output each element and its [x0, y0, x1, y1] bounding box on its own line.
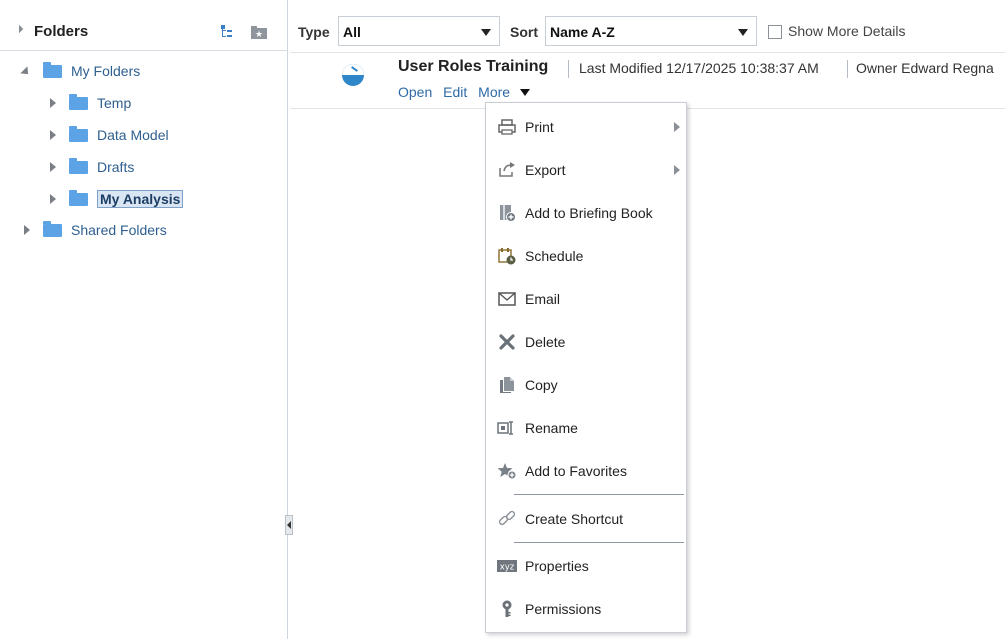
permissions-icon	[497, 600, 517, 618]
tree-item-data-model[interactable]: Data Model	[45, 124, 169, 146]
email-icon	[497, 290, 517, 308]
item-actions: Open Edit More	[398, 84, 544, 100]
folder-icon	[69, 125, 88, 142]
tree-label[interactable]: My Folders	[71, 63, 140, 79]
type-select-value: All	[343, 24, 361, 40]
tree-label[interactable]: Shared Folders	[71, 222, 167, 238]
menu-divider	[514, 494, 684, 495]
rename-icon	[497, 419, 517, 437]
folder-icon	[69, 157, 88, 174]
dashboard-icon	[342, 64, 364, 86]
menu-item-schedule[interactable]: Schedule	[486, 241, 686, 271]
print-icon	[497, 118, 517, 136]
more-context-menu: Print Export Add to Briefing Book Schedu…	[485, 102, 687, 633]
menu-item-email[interactable]: Email	[486, 284, 686, 314]
menu-item-label: Email	[525, 291, 561, 307]
panel-splitter-handle[interactable]	[285, 515, 293, 535]
tree-label[interactable]: Temp	[97, 95, 131, 111]
separator	[847, 60, 848, 78]
export-icon	[497, 161, 517, 179]
tree-label[interactable]: Drafts	[97, 159, 134, 175]
folders-panel: Folders ★ My Folders Temp Data Model Dra…	[0, 0, 288, 639]
menu-item-export[interactable]: Export	[486, 155, 686, 185]
menu-item-label: Permissions	[525, 601, 602, 617]
briefing-book-icon	[497, 204, 517, 222]
item-title[interactable]: User Roles Training	[398, 58, 548, 76]
menu-item-add-to-briefing-book[interactable]: Add to Briefing Book	[486, 198, 686, 228]
expand-icon[interactable]	[45, 192, 59, 206]
submenu-arrow-icon	[674, 122, 680, 132]
dropdown-arrow-icon	[481, 29, 491, 36]
menu-item-permissions[interactable]: Permissions	[486, 594, 686, 624]
owner: Owner Edward Regna	[856, 60, 994, 76]
menu-item-rename[interactable]: Rename	[486, 413, 686, 443]
folder-icon	[69, 93, 88, 110]
caret-down-icon[interactable]	[520, 89, 531, 96]
copy-icon	[497, 376, 517, 394]
folder-icon	[43, 220, 62, 237]
collapse-panel-icon[interactable]	[14, 24, 24, 34]
menu-item-label: Add to Favorites	[525, 463, 627, 479]
menu-item-copy[interactable]: Copy	[486, 370, 686, 400]
expand-icon[interactable]	[45, 128, 59, 142]
submenu-arrow-icon	[674, 165, 680, 175]
tree-item-temp[interactable]: Temp	[45, 92, 131, 114]
menu-item-label: Rename	[525, 420, 578, 436]
last-modified: Last Modified 12/17/2025 10:38:37 AM	[579, 60, 819, 76]
svg-text:★: ★	[255, 30, 263, 40]
tree-label-selected[interactable]: My Analysis	[97, 190, 184, 208]
menu-item-label: Copy	[525, 377, 558, 393]
tree-item-drafts[interactable]: Drafts	[45, 156, 134, 178]
sort-select-value: Name A-Z	[550, 24, 615, 40]
menu-item-add-to-favorites[interactable]: Add to Favorites	[486, 456, 686, 486]
sort-select[interactable]: Name A-Z	[545, 16, 757, 46]
svg-text:xyz: xyz	[500, 563, 515, 573]
menu-item-label: Add to Briefing Book	[525, 205, 653, 221]
expand-icon[interactable]	[19, 64, 33, 78]
menu-item-properties[interactable]: xyz Properties	[486, 551, 686, 581]
folders-panel-header: Folders ★	[0, 14, 287, 51]
menu-item-label: Schedule	[525, 248, 584, 264]
filter-bar: Type All Sort Name A-Z Show More Details	[290, 14, 1005, 53]
menu-item-label: Create Shortcut	[525, 511, 624, 527]
dropdown-arrow-icon	[738, 29, 748, 36]
more-link-label[interactable]: More	[478, 84, 510, 100]
edit-link[interactable]: Edit	[443, 84, 467, 100]
open-link[interactable]: Open	[398, 84, 432, 100]
type-select[interactable]: All	[338, 16, 500, 46]
shortcut-icon	[497, 510, 517, 528]
folder-icon	[69, 189, 88, 206]
menu-item-label: Print	[525, 119, 554, 135]
delete-icon	[497, 333, 517, 351]
favorites-icon	[497, 462, 517, 480]
schedule-icon	[497, 247, 517, 265]
tree-label[interactable]: Data Model	[97, 127, 169, 143]
tree-view-icon[interactable]	[220, 24, 236, 40]
tree-item-shared-folders[interactable]: Shared Folders	[19, 219, 167, 241]
properties-icon: xyz	[497, 557, 517, 575]
show-more-details-checkbox[interactable]	[768, 25, 782, 39]
show-more-details-label[interactable]: Show More Details	[788, 23, 906, 39]
menu-item-print[interactable]: Print	[486, 112, 686, 142]
menu-item-label: Export	[525, 162, 566, 178]
more-link[interactable]: More	[478, 84, 537, 100]
menu-item-label: Properties	[525, 558, 589, 574]
folder-icon	[43, 61, 62, 78]
new-folder-icon[interactable]: ★	[250, 24, 268, 40]
expand-icon[interactable]	[45, 160, 59, 174]
tree-item-my-analysis[interactable]: My Analysis	[45, 188, 184, 210]
expand-icon[interactable]	[45, 96, 59, 110]
catalog-item-row: User Roles Training Last Modified 12/17/…	[290, 52, 1005, 109]
expand-icon[interactable]	[19, 223, 33, 237]
separator	[568, 60, 569, 78]
menu-item-label: Delete	[525, 334, 566, 350]
menu-divider	[514, 542, 684, 543]
sort-label: Sort	[510, 24, 538, 40]
folders-title: Folders	[34, 23, 89, 40]
menu-item-create-shortcut[interactable]: Create Shortcut	[486, 504, 686, 534]
menu-item-delete[interactable]: Delete	[486, 327, 686, 357]
tree-item-my-folders[interactable]: My Folders	[19, 60, 140, 82]
type-label: Type	[298, 24, 330, 40]
